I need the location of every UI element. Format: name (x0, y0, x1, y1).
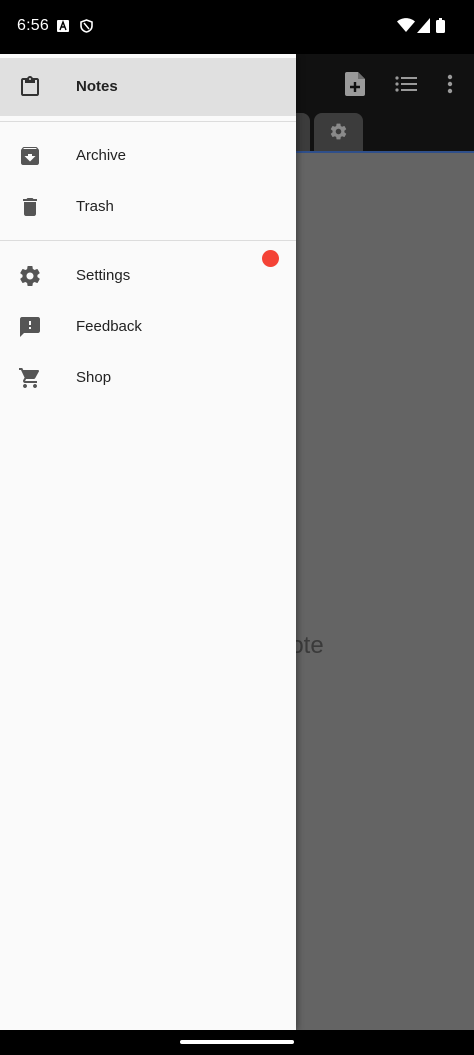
drawer-item-label: Notes (76, 78, 118, 95)
status-bar: 6:56 (0, 0, 474, 54)
system-nav-bar (0, 1030, 474, 1055)
drawer-divider (0, 121, 296, 122)
drawer-item-label: Shop (76, 369, 112, 386)
drawer-item-notes[interactable]: Notes (0, 58, 296, 116)
drawer-item-trash[interactable]: Trash (0, 178, 296, 236)
drawer-item-feedback[interactable]: Feedback (0, 298, 296, 356)
add-note-icon[interactable] (345, 72, 365, 101)
drawer-item-label: Settings (76, 267, 131, 284)
archive-icon (18, 144, 42, 168)
home-gesture-pill[interactable] (180, 1040, 294, 1044)
drawer-item-settings[interactable]: Settings (0, 247, 296, 305)
signal-icon (417, 18, 430, 38)
drawer-item-label: Archive (76, 147, 127, 164)
more-vert-icon[interactable] (447, 74, 453, 99)
settings-badge-dot (262, 250, 279, 267)
app-notification-icon (57, 19, 69, 37)
drawer-item-label: Trash (76, 198, 114, 215)
clipboard-icon (18, 75, 42, 99)
list-view-icon[interactable] (395, 76, 417, 97)
drawer-item-label: Feedback (76, 318, 142, 335)
shield-icon (80, 19, 93, 38)
screen: 6:56 ote Notes Archive Trash Settings Fe… (0, 0, 474, 1055)
navigation-drawer: Notes Archive Trash Settings Feedback Sh… (0, 54, 296, 1030)
battery-icon (436, 18, 445, 38)
trash-icon (18, 195, 42, 219)
wifi-icon (397, 18, 415, 38)
tab-settings[interactable] (314, 113, 363, 151)
drawer-item-archive[interactable]: Archive (0, 127, 296, 185)
cart-icon (18, 366, 42, 390)
status-time: 6:56 (17, 17, 49, 34)
drawer-item-shop[interactable]: Shop (0, 349, 296, 407)
gear-icon (329, 122, 348, 146)
gear-icon (18, 264, 42, 288)
feedback-icon (18, 315, 42, 339)
drawer-divider (0, 240, 296, 241)
